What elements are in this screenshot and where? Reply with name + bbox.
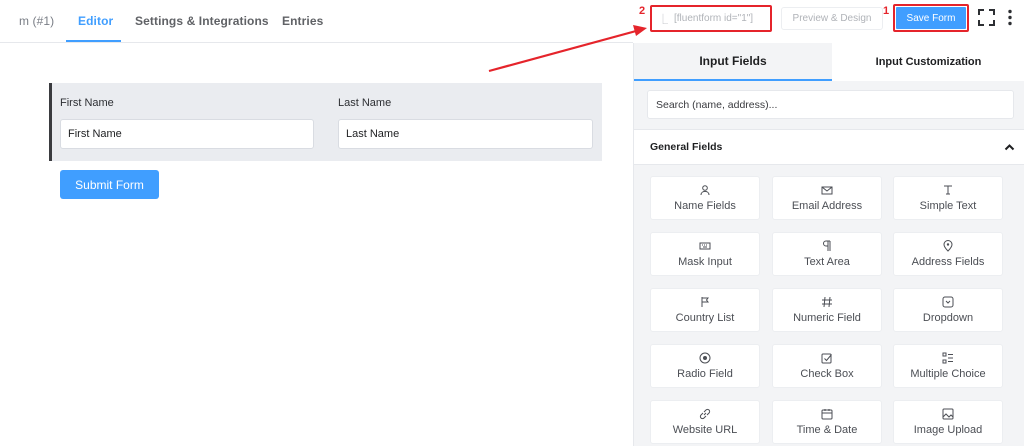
field-card-multiple-choice[interactable]: Multiple Choice — [893, 344, 1003, 388]
annotation-marker-2: 2 — [639, 5, 646, 17]
field-card-label: Address Fields — [911, 256, 985, 268]
flag-icon — [701, 297, 709, 307]
tab-input-fields[interactable]: Input Fields — [634, 43, 832, 81]
calendar-icon — [821, 409, 833, 420]
field-card-label: Image Upload — [913, 424, 983, 436]
field-card-website-url[interactable]: Website URL — [650, 400, 760, 444]
tab-editor[interactable]: Editor — [78, 14, 113, 28]
field-card-dropdown[interactable]: Dropdown — [893, 288, 1003, 332]
field-card-label: Time & Date — [796, 424, 858, 436]
name-field-row[interactable]: First Name First Name Last Name Last Nam… — [49, 83, 602, 161]
field-card-label: Text Area — [804, 256, 850, 268]
field-card-label: Multiple Choice — [910, 368, 986, 380]
tab-input-customization[interactable]: Input Customization — [832, 43, 1024, 81]
last-name-input[interactable]: Last Name — [338, 119, 593, 149]
field-card-simple-text[interactable]: Simple Text — [893, 176, 1003, 220]
envelope-icon — [821, 186, 833, 195]
hash-icon — [822, 296, 832, 308]
field-panel: Input Fields Input Customization Search … — [633, 43, 1024, 446]
field-card-country-list[interactable]: Country List — [650, 288, 760, 332]
save-form-highlight: Save Form — [893, 4, 969, 32]
fullscreen-icon[interactable] — [978, 9, 995, 26]
field-card-numeric-field[interactable]: Numeric Field — [772, 288, 882, 332]
field-card-address-fields[interactable]: Address Fields — [893, 232, 1003, 276]
field-card-mask-input[interactable]: Mask Input — [650, 232, 760, 276]
image-icon — [942, 408, 954, 420]
field-card-label: Check Box — [800, 368, 854, 380]
tab-settings-integrations[interactable]: Settings & Integrations — [135, 14, 269, 28]
paragraph-icon — [823, 240, 831, 251]
top-nav: m (#1) Editor Settings & Integrations En… — [0, 0, 633, 43]
field-card-time-date[interactable]: Time & Date — [772, 400, 882, 444]
shortcode-box[interactable]: ⎿ [fluentform id="1"] — [650, 5, 772, 32]
field-card-label: Email Address — [791, 200, 863, 212]
more-options-icon[interactable] — [1004, 9, 1016, 26]
first-name-input[interactable]: First Name — [60, 119, 314, 149]
general-fields-header[interactable]: General Fields — [634, 129, 1024, 165]
field-card-email-address[interactable]: Email Address — [772, 176, 882, 220]
tab-entries[interactable]: Entries — [282, 14, 323, 28]
field-card-label: Dropdown — [922, 312, 974, 324]
panel-tabs: Input Fields Input Customization — [634, 43, 1024, 81]
user-icon — [700, 185, 710, 196]
annotation-marker-1: 1 — [883, 5, 890, 17]
field-card-label: Simple Text — [919, 200, 977, 212]
keyboard-icon — [699, 242, 711, 250]
active-tab-indicator — [66, 40, 121, 42]
section-title: General Fields — [650, 141, 723, 153]
checkbox-icon — [821, 353, 832, 364]
map-pin-icon — [943, 240, 953, 252]
dropdown-icon — [942, 296, 954, 308]
field-card-image-upload[interactable]: Image Upload — [893, 400, 1003, 444]
field-card-label: Name Fields — [674, 200, 736, 212]
field-card-label: Numeric Field — [793, 312, 861, 324]
field-card-label: Radio Field — [677, 368, 733, 380]
field-search-input[interactable]: Search (name, address)... — [647, 90, 1014, 119]
chevron-up-icon[interactable] — [1004, 142, 1015, 153]
form-title-fragment: m (#1) — [19, 14, 55, 28]
shortcode-text: [fluentform id="1"] — [674, 13, 754, 24]
copy-icon: ⎿ — [658, 15, 668, 26]
field-card-label: Website URL — [672, 424, 738, 436]
field-card-name-fields[interactable]: Name Fields — [650, 176, 760, 220]
save-form-button[interactable]: Save Form — [896, 7, 966, 29]
field-card-label: Mask Input — [678, 256, 732, 268]
submit-form-button[interactable]: Submit Form — [60, 170, 159, 199]
list-icon — [942, 352, 953, 364]
field-card-radio-field[interactable]: Radio Field — [650, 344, 760, 388]
link-icon — [699, 408, 711, 420]
field-card-label: Country List — [675, 312, 735, 324]
last-name-label: Last Name — [338, 97, 392, 109]
radio-icon — [699, 352, 711, 364]
field-card-check-box[interactable]: Check Box — [772, 344, 882, 388]
text-cursor-icon — [944, 185, 952, 195]
first-name-label: First Name — [60, 97, 114, 109]
field-card-text-area[interactable]: Text Area — [772, 232, 882, 276]
preview-design-button[interactable]: Preview & Design — [781, 7, 883, 30]
